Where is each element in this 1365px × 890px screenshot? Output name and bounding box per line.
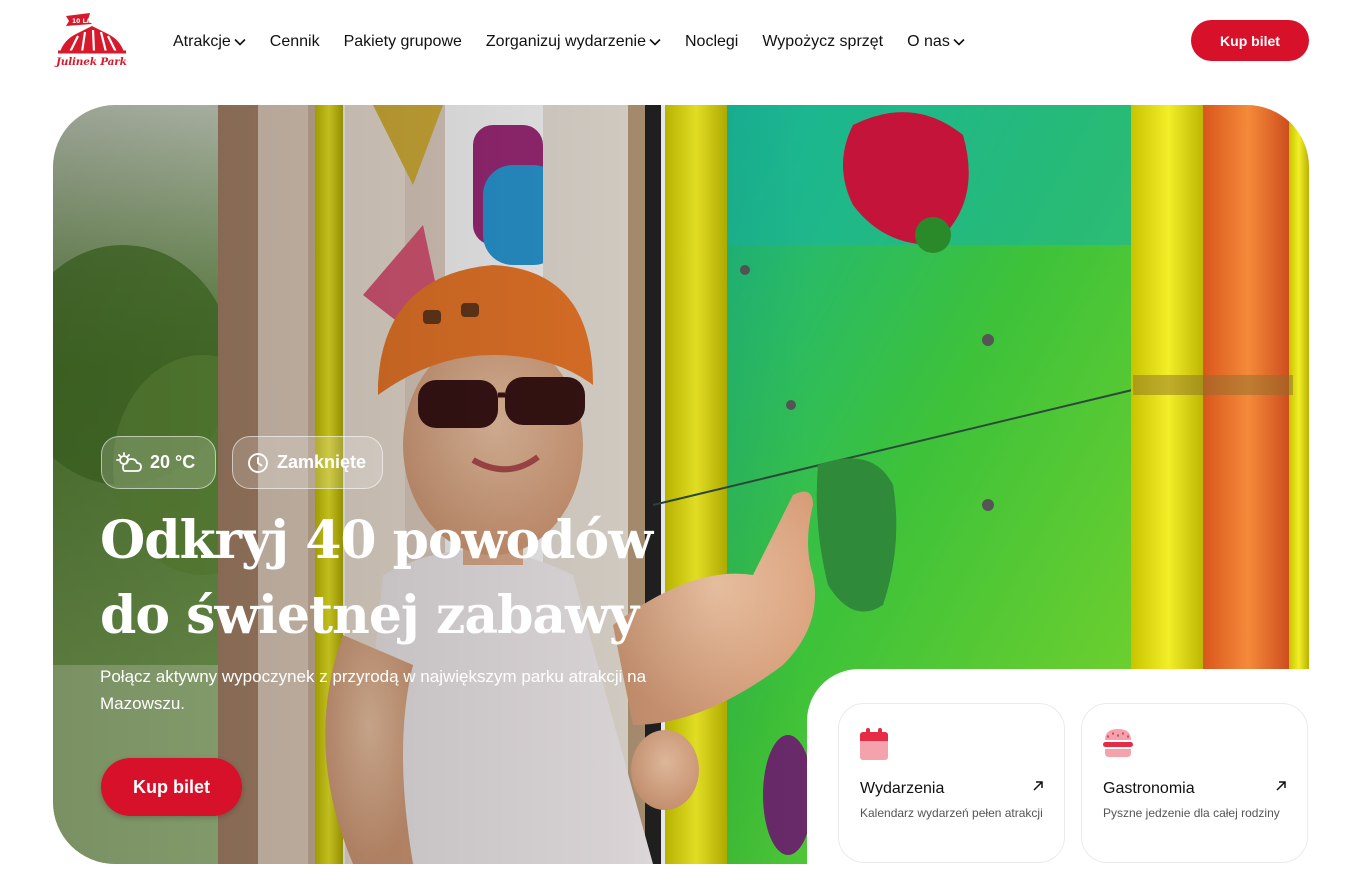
card-description: Pyszne jedzenie dla całej rodziny bbox=[1103, 806, 1280, 820]
nav-item-label: Atrakcje bbox=[173, 33, 231, 50]
logo-text: Julinek Park bbox=[56, 56, 127, 68]
nav-item-label: O nas bbox=[907, 33, 950, 50]
nav-item-label: Cennik bbox=[269, 33, 320, 50]
weather-temperature: 20 °C bbox=[150, 452, 196, 472]
hero-title-line2: do świetnej zabawy bbox=[100, 585, 639, 646]
clock-icon bbox=[248, 452, 268, 473]
card-title: Wydarzenia bbox=[860, 780, 945, 797]
nav-item-pakiety-grupowe[interactable]: Pakiety grupowe bbox=[344, 33, 462, 51]
chevron-down-icon bbox=[649, 38, 661, 46]
nav-item-cennik[interactable]: Cennik bbox=[270, 33, 320, 51]
opening-status: Zamknięte bbox=[277, 452, 367, 472]
nav-item-label: Zorganizuj wydarzenie bbox=[485, 33, 646, 50]
nav-item-label: Wypożycz sprzęt bbox=[762, 33, 884, 50]
buy-ticket-button[interactable]: Kup bilet bbox=[1191, 20, 1309, 61]
arrow-up-right-icon bbox=[1276, 781, 1286, 791]
chevron-down-icon bbox=[234, 38, 246, 46]
arrow-up-right-icon bbox=[1033, 781, 1043, 791]
events-card[interactable]: Wydarzenia Kalendarz wydarzeń pełen atra… bbox=[838, 703, 1065, 863]
hero-title-line1: Odkryj 40 powodów bbox=[100, 510, 653, 571]
hero-subtitle: Połącz aktywny wypoczynek z przyrodą w n… bbox=[100, 667, 647, 713]
nav-item-label: Pakiety grupowe bbox=[343, 33, 462, 50]
circus-tent-icon: 10 LAT bbox=[58, 13, 126, 54]
nav-item-zorganizuj-wydarzenie[interactable]: Zorganizuj wydarzenie bbox=[486, 33, 661, 51]
weather-chip: 20 °C bbox=[101, 436, 216, 489]
card-title: Gastronomia bbox=[1103, 780, 1195, 797]
calendar-icon bbox=[860, 728, 888, 760]
card-description: Kalendarz wydarzeń pełen atrakcji bbox=[860, 806, 1043, 820]
chevron-down-icon bbox=[953, 38, 965, 46]
gastronomy-card[interactable]: Gastronomia Pyszne jedzenie dla całej ro… bbox=[1081, 703, 1308, 863]
nav-item-noclegi[interactable]: Noclegi bbox=[685, 33, 738, 51]
site-header: 10 LAT Julinek Park Atrakcje Cennik Paki… bbox=[0, 0, 1365, 84]
nav-item-o-nas[interactable]: O nas bbox=[907, 33, 965, 51]
nav-item-atrakcje[interactable]: Atrakcje bbox=[173, 33, 246, 51]
nav-item-label: Noclegi bbox=[684, 33, 739, 50]
hero-title: Odkryj 40 powodów do świetnej zabawy bbox=[100, 503, 740, 653]
burger-icon bbox=[1103, 729, 1133, 757]
opening-hours-chip: Zamknięte bbox=[232, 436, 383, 489]
main-nav: Atrakcje Cennik Pakiety grupowe Zorganiz… bbox=[173, 30, 989, 54]
hero-buy-ticket-button[interactable]: Kup bilet bbox=[101, 758, 242, 816]
nav-item-wypozycz-sprzet[interactable]: Wypożycz sprzęt bbox=[762, 33, 883, 51]
cloud-sun-icon bbox=[116, 451, 142, 472]
logo-badge: 10 LAT bbox=[72, 18, 95, 25]
logo[interactable]: 10 LAT Julinek Park bbox=[54, 12, 130, 72]
